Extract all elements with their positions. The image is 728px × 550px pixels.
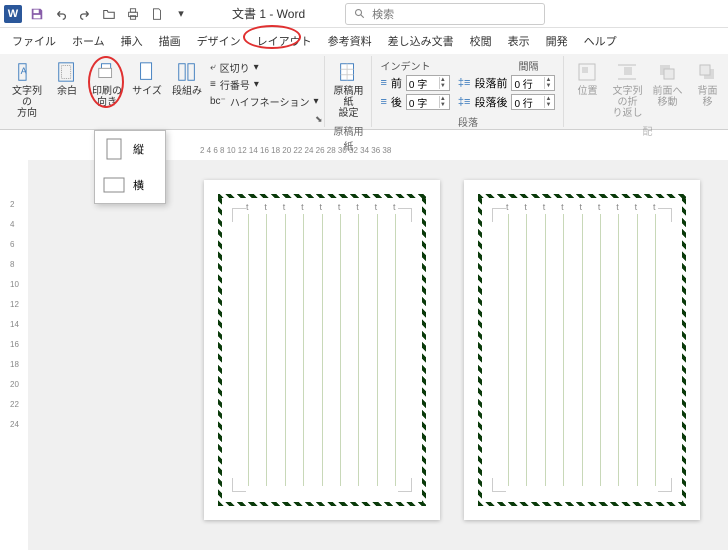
menu-developer[interactable]: 開発 bbox=[538, 29, 576, 53]
menu-home[interactable]: ホーム bbox=[64, 29, 113, 53]
new-doc-icon[interactable] bbox=[146, 3, 168, 25]
print-icon[interactable] bbox=[122, 3, 144, 25]
undo-icon[interactable] bbox=[50, 3, 72, 25]
indent-left-spinner[interactable]: ▲▼ bbox=[406, 75, 450, 91]
menu-layout[interactable]: レイアウト bbox=[249, 29, 320, 53]
hyphenation-icon: bc⁻ bbox=[210, 96, 226, 107]
group-paragraph: インデント 間隔 ≡前 ▲▼ ≡後 ▲▼ ‡≡段落前 ▲▼ ‡≡段落後 ▲▼ 段… bbox=[372, 56, 564, 127]
columns-button[interactable]: 段組み bbox=[168, 58, 206, 99]
menu-draw[interactable]: 描画 bbox=[151, 29, 189, 53]
position-icon bbox=[575, 60, 599, 84]
menu-help[interactable]: ヘルプ bbox=[576, 29, 625, 53]
quick-access-toolbar: ▾ bbox=[26, 3, 192, 25]
space-after-icon: ‡≡ bbox=[458, 96, 471, 108]
orientation-button[interactable]: 印刷の 向き bbox=[88, 58, 126, 110]
document-title: 文書 1 - Word bbox=[232, 5, 305, 22]
space-before-icon: ‡≡ bbox=[458, 77, 471, 89]
send-backward-icon bbox=[695, 60, 719, 84]
open-icon[interactable] bbox=[98, 3, 120, 25]
page-1[interactable] bbox=[204, 180, 440, 520]
margins-icon bbox=[55, 60, 79, 84]
indent-left-icon: ≡ bbox=[380, 77, 386, 89]
search-icon bbox=[354, 8, 366, 20]
line-numbers-icon: ≡ bbox=[210, 79, 216, 90]
menu-file[interactable]: ファイル bbox=[4, 29, 64, 53]
search-placeholder: 検索 bbox=[372, 6, 394, 22]
space-before-spinner[interactable]: ▲▼ bbox=[511, 75, 555, 91]
orientation-icon bbox=[95, 60, 119, 84]
page-content bbox=[488, 204, 676, 496]
menu-insert[interactable]: 挿入 bbox=[113, 29, 151, 53]
group-arrange: 位置 文字列の折 り返し 前面へ 移動 背面 移 配 bbox=[564, 56, 728, 127]
document-canvas[interactable] bbox=[28, 160, 728, 550]
vertical-ruler[interactable]: 24681012141618202224 bbox=[10, 200, 24, 429]
landscape-page-icon bbox=[103, 173, 125, 197]
paragraph-label: 段落 bbox=[376, 112, 559, 129]
genkoyoshi-icon bbox=[336, 60, 360, 84]
save-icon[interactable] bbox=[26, 3, 48, 25]
wrap-text-button[interactable]: 文字列の折 り返し bbox=[608, 58, 646, 121]
indent-heading: インデント bbox=[380, 58, 430, 73]
group-genkoyoshi: 原稿用紙 設定 原稿用紙 bbox=[325, 56, 372, 127]
text-direction-icon: A bbox=[15, 60, 39, 84]
wrap-icon bbox=[615, 60, 639, 84]
bring-forward-button[interactable]: 前面へ 移動 bbox=[648, 58, 686, 110]
search-box[interactable]: 検索 bbox=[345, 3, 545, 25]
redo-icon[interactable] bbox=[74, 3, 96, 25]
genkoyoshi-button[interactable]: 原稿用紙 設定 bbox=[329, 58, 367, 121]
size-icon bbox=[135, 60, 159, 84]
columns-icon bbox=[175, 60, 199, 84]
svg-text:A: A bbox=[21, 66, 28, 76]
page-content bbox=[228, 204, 416, 496]
orientation-landscape[interactable]: 横 bbox=[95, 167, 165, 203]
menu-references[interactable]: 参考資料 bbox=[320, 29, 380, 53]
hyphenation-button[interactable]: bc⁻ハイフネーション ▾ bbox=[210, 94, 318, 109]
arrange-label: 配 bbox=[642, 121, 652, 138]
word-app-icon: W bbox=[4, 5, 22, 23]
horizontal-ruler[interactable]: 2 4 6 8 10 12 14 16 18 20 22 24 26 28 30… bbox=[200, 146, 728, 160]
indent-right-spinner[interactable]: ▲▼ bbox=[406, 94, 450, 110]
page-2[interactable] bbox=[464, 180, 700, 520]
indent-right-icon: ≡ bbox=[380, 96, 386, 108]
orientation-dropdown: 縦 横 bbox=[94, 130, 166, 204]
group-page-setup: A 文字列の 方向 余白 印刷の 向き サイズ 段組み ⤶区切り ▾ bbox=[4, 56, 325, 127]
menu-mailings[interactable]: 差し込み文書 bbox=[380, 29, 462, 53]
margins-button[interactable]: 余白 bbox=[48, 58, 86, 99]
line-numbers-button[interactable]: ≡行番号 ▾ bbox=[210, 77, 318, 92]
title-bar: W ▾ 文書 1 - Word 検索 bbox=[0, 0, 728, 28]
ribbon: A 文字列の 方向 余白 印刷の 向き サイズ 段組み ⤶区切り ▾ bbox=[0, 54, 728, 130]
page-setup-launcher-icon[interactable]: ⬊ bbox=[315, 114, 323, 125]
menu-design[interactable]: デザイン bbox=[189, 29, 249, 53]
spacing-heading: 間隔 bbox=[518, 58, 538, 73]
menu-view[interactable]: 表示 bbox=[500, 29, 538, 53]
text-direction-button[interactable]: A 文字列の 方向 bbox=[8, 58, 46, 121]
send-backward-button[interactable]: 背面 移 bbox=[688, 58, 726, 110]
position-button[interactable]: 位置 bbox=[568, 58, 606, 99]
qat-more-icon[interactable]: ▾ bbox=[170, 3, 192, 25]
orientation-portrait[interactable]: 縦 bbox=[95, 131, 165, 167]
menu-review[interactable]: 校閲 bbox=[462, 29, 500, 53]
bring-forward-icon bbox=[655, 60, 679, 84]
menu-bar: ファイル ホーム 挿入 描画 デザイン レイアウト 参考資料 差し込み文書 校閲… bbox=[0, 28, 728, 54]
space-after-spinner[interactable]: ▲▼ bbox=[511, 94, 555, 110]
size-button[interactable]: サイズ bbox=[128, 58, 166, 99]
portrait-page-icon bbox=[103, 137, 125, 161]
breaks-icon: ⤶ bbox=[210, 62, 216, 73]
breaks-button[interactable]: ⤶区切り ▾ bbox=[210, 60, 318, 75]
